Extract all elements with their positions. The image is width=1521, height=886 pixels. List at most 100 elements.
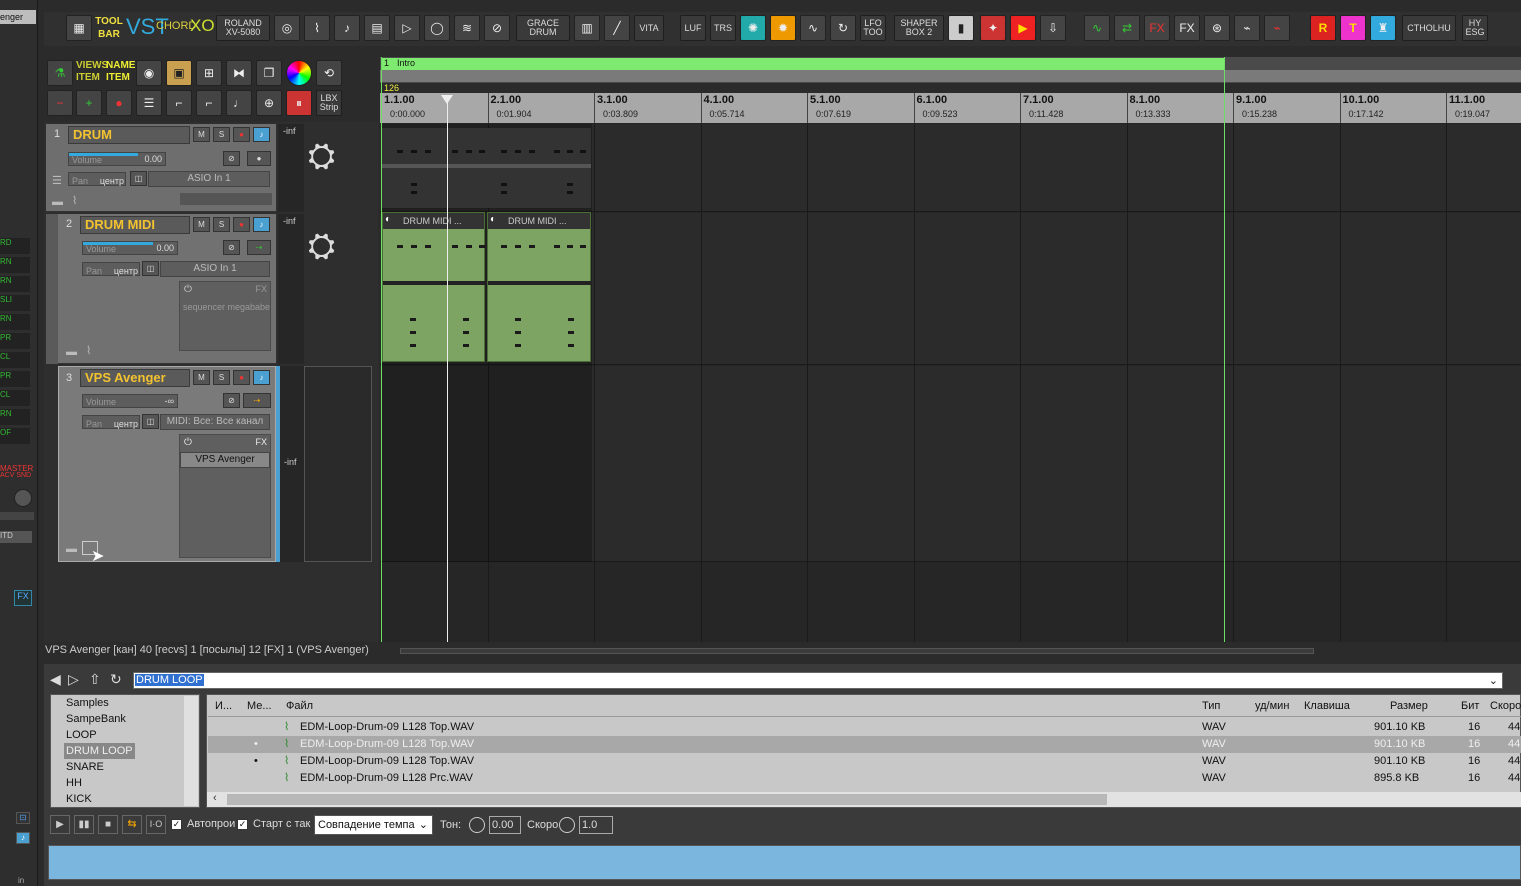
- envelope-icon[interactable]: ⌁: [1234, 15, 1260, 41]
- layout-icon[interactable]: ⊞: [196, 60, 222, 86]
- scroll-left-icon[interactable]: ‹: [213, 792, 217, 804]
- color-wheel-icon[interactable]: [286, 60, 312, 86]
- track-3-name[interactable]: VPS Avenger: [80, 369, 190, 387]
- tempo-marker[interactable]: 126: [384, 83, 399, 93]
- track-2-fx-list[interactable]: ⏻ FX sequencer megababe: [179, 281, 271, 351]
- guitar-icon[interactable]: ♪: [334, 15, 360, 41]
- track-3-record-arm-button[interactable]: ●: [233, 370, 250, 385]
- toolbar-button-views-item[interactable]: VIEWS ITEM: [76, 60, 108, 84]
- preview-pause-button[interactable]: ▮▮: [74, 815, 94, 834]
- plugin-colorful-icon[interactable]: ✺: [740, 15, 766, 41]
- midi-note-icon[interactable]: ♩: [226, 90, 252, 116]
- folder-item[interactable]: LOOP: [66, 727, 97, 743]
- path-dropdown-icon[interactable]: ⌄: [1489, 674, 1498, 687]
- drum-plugin-icon[interactable]: ◎: [274, 15, 300, 41]
- track-1-monitor-icon[interactable]: ♪: [253, 127, 270, 142]
- left-strip-knob[interactable]: PR: [0, 333, 30, 349]
- left-strip-knob[interactable]: RD: [0, 238, 30, 254]
- left-strip-knob[interactable]: OF: [0, 428, 30, 444]
- fire-icon[interactable]: ✦: [980, 15, 1006, 41]
- file-list-scroll-thumb[interactable]: [227, 794, 1107, 805]
- film-icon[interactable]: ⊛: [1204, 15, 1230, 41]
- midi-item-1-lock-icon[interactable]: ◐: [385, 214, 391, 225]
- toolbar-button-roland[interactable]: ROLAND XV-5080: [216, 15, 270, 41]
- track-3-fx-button[interactable]: FX: [255, 437, 267, 447]
- toolbar-t-icon[interactable]: T: [1340, 15, 1366, 41]
- track-2-input-selector[interactable]: ASIO In 1: [160, 261, 270, 277]
- track-2-envelope-icon[interactable]: ⌇: [86, 344, 91, 357]
- midi-note[interactable]: [397, 245, 403, 248]
- left-strip-knob[interactable]: PR: [0, 371, 30, 387]
- track-3-volume-slider[interactable]: Volume -∞: [82, 394, 178, 408]
- folder-item[interactable]: HH: [66, 775, 82, 791]
- midi-item-2-lock-icon[interactable]: ◐: [490, 214, 496, 225]
- track-3-input-selector[interactable]: MIDI: Все: Все канал: [160, 414, 270, 430]
- waveform-icon[interactable]: ▮: [948, 15, 974, 41]
- cable-icon[interactable]: ⊘: [484, 15, 510, 41]
- track-1-volume-slider[interactable]: Volume 0.00: [68, 152, 166, 166]
- midi-note[interactable]: [529, 245, 535, 248]
- track-3-folder-icon[interactable]: ▬: [66, 543, 77, 555]
- track-list-icon[interactable]: ☰: [136, 90, 162, 116]
- midi-note[interactable]: [425, 245, 431, 248]
- track-1-pan-slider[interactable]: Pan центр: [68, 172, 126, 186]
- grid-icon[interactable]: ▦: [66, 15, 92, 41]
- midi-note[interactable]: [463, 331, 469, 334]
- edit-cursor[interactable]: [447, 95, 448, 642]
- midi-note[interactable]: [479, 245, 485, 248]
- eye-icon[interactable]: ◉: [136, 60, 162, 86]
- notes-icon[interactable]: ▣: [166, 60, 192, 86]
- track-2-mute-button[interactable]: M: [193, 217, 210, 232]
- left-strip-knob[interactable]: SLI: [0, 295, 30, 311]
- start-on-bar-checkbox[interactable]: ✓: [237, 819, 248, 830]
- keyboard-icon[interactable]: ⌇: [304, 15, 330, 41]
- rate-input[interactable]: 1.0: [579, 816, 613, 834]
- track-2-volume-slider[interactable]: Volume 0.00: [82, 241, 178, 255]
- midi-note[interactable]: [568, 318, 574, 321]
- column-header[interactable]: Тип: [1202, 700, 1220, 712]
- globe-icon[interactable]: ⊕: [256, 90, 282, 116]
- track-2-monitor-icon[interactable]: ♪: [253, 217, 270, 232]
- midi-note[interactable]: [567, 245, 573, 248]
- refresh-icon[interactable]: ↻: [110, 671, 122, 688]
- toolbar-button-luf[interactable]: LUF: [680, 15, 706, 41]
- track-2-fx-power-icon[interactable]: ⏻: [184, 284, 192, 295]
- plugin-yellow-icon[interactable]: ✹: [770, 15, 796, 41]
- track-1-mute-button[interactable]: M: [193, 127, 210, 142]
- pitch-knob[interactable]: [469, 817, 485, 833]
- drumkit-icon[interactable]: ♜: [1370, 15, 1396, 41]
- split-icon[interactable]: ⧓: [226, 60, 252, 86]
- plugin-wave-icon[interactable]: ∿: [800, 15, 826, 41]
- track-3-pan-slider[interactable]: Pan центр: [82, 415, 140, 429]
- path-input[interactable]: DRUM LOOP ⌄: [133, 672, 1503, 689]
- track-2-phase-icon[interactable]: ⊘: [223, 240, 240, 255]
- track-1-audio-item[interactable]: [382, 128, 591, 208]
- track-3-solo-button[interactable]: S: [213, 370, 230, 385]
- add-track-icon[interactable]: +: [76, 90, 102, 116]
- midi-note[interactable]: [410, 318, 416, 321]
- midi-item-1-label[interactable]: DRUM MIDI ...: [383, 213, 484, 229]
- toolbar-button-shaperbox[interactable]: SHAPER BOX 2: [894, 15, 944, 41]
- left-strip-knob[interactable]: CL: [0, 390, 30, 406]
- folder-item[interactable]: KICK: [66, 791, 92, 807]
- midi-note[interactable]: [580, 245, 586, 248]
- pen-icon[interactable]: ╱: [604, 15, 630, 41]
- preview-play-button[interactable]: ▶: [50, 815, 70, 834]
- master-fx-button[interactable]: FX: [14, 590, 32, 606]
- record-arm-icon[interactable]: ●: [106, 90, 132, 116]
- toolbar-button-toolbar[interactable]: TOOL BAR: [94, 15, 124, 41]
- download-icon[interactable]: ⇩: [1040, 15, 1066, 41]
- column-header[interactable]: Размер: [1390, 700, 1428, 712]
- fx-chain-icon[interactable]: FX: [1174, 15, 1200, 41]
- piano-icon[interactable]: ▥: [574, 15, 600, 41]
- track-2-record-arm-button[interactable]: ●: [233, 217, 250, 232]
- file-row[interactable]: ⌇ EDM-Loop-Drum-09 L128 Prc.WAV WAV 895.8 K…: [208, 770, 1521, 787]
- toolbar-button-hy-esg[interactable]: HY ESG: [1462, 15, 1488, 41]
- track-2-io-icon[interactable]: ◫: [142, 261, 159, 276]
- left-strip-bottom-icon[interactable]: ⊡: [16, 812, 30, 824]
- back-icon[interactable]: ◀: [50, 671, 61, 688]
- track-2-folder-icon[interactable]: ▬: [66, 346, 77, 358]
- track-3-route-icon[interactable]: ⇢: [243, 393, 271, 408]
- track-3-fx-list[interactable]: ⏻ FX VPS Avenger: [179, 434, 271, 558]
- track-2-fx-button[interactable]: FX: [255, 284, 267, 294]
